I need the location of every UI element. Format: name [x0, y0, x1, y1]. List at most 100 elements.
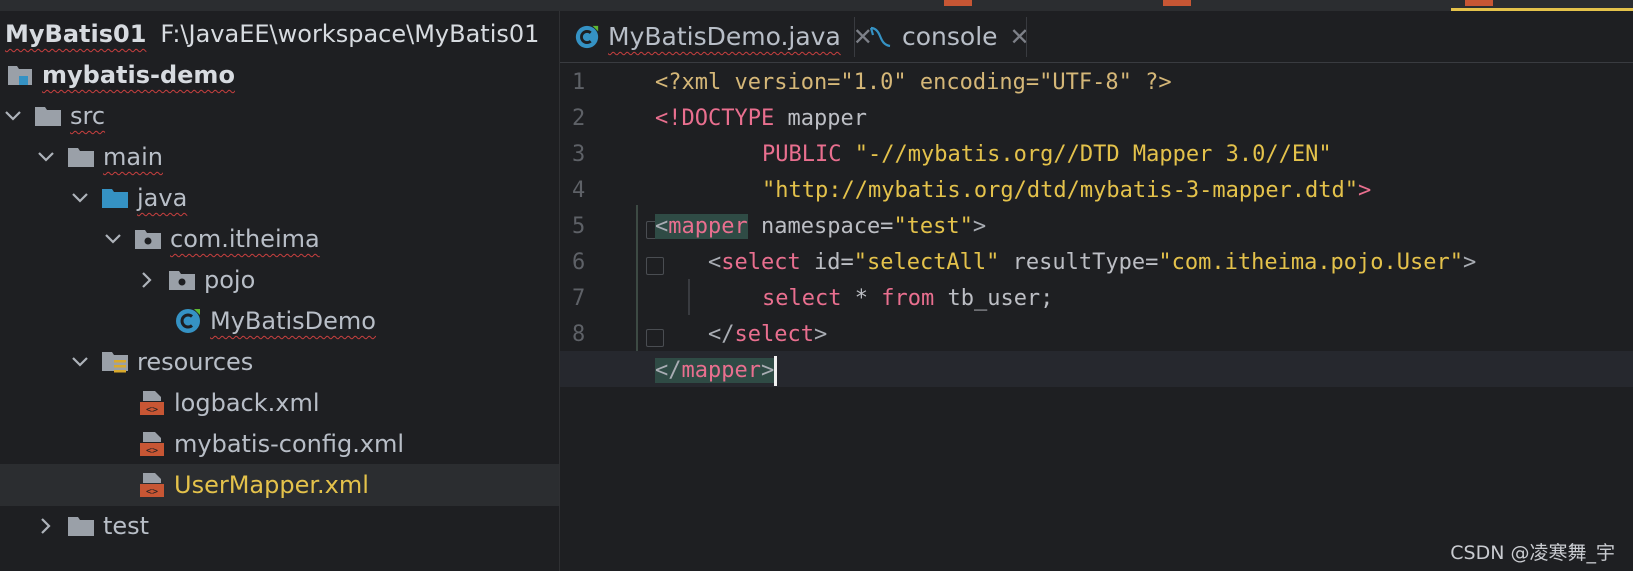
sql-text: tb_user;	[934, 286, 1054, 311]
chevron-down-icon[interactable]	[67, 349, 93, 375]
id-attr: id=	[800, 250, 854, 275]
module-row[interactable]: mybatis-demo	[0, 54, 559, 96]
sql-text: *	[841, 286, 882, 311]
chevron-down-icon[interactable]	[100, 226, 126, 252]
xml-tab-fragment[interactable]	[1465, 0, 1493, 6]
tab-label: console	[902, 22, 998, 51]
svg-text:<>: <>	[146, 487, 158, 498]
code-line-1: <?xml version="1.0" encoding="UTF-8" ?>	[655, 65, 1172, 101]
code-line-8: </select>	[708, 317, 827, 353]
svg-text:<>: <>	[146, 405, 158, 416]
code-editor[interactable]: <?xml version="1.0" encoding="UTF-8" ?> …	[560, 63, 1633, 571]
line-number: 4	[572, 178, 586, 203]
tree-item-main[interactable]: main	[0, 136, 559, 178]
editor-panel: MyBatisDemo.java ✕ console ✕ 1 2 3 4 5 6…	[560, 11, 1633, 571]
doctype-keyword: <!DOCTYPE	[655, 106, 775, 131]
indent-guide	[688, 279, 690, 315]
line-number: 6	[572, 250, 586, 275]
module-icon	[6, 61, 34, 89]
select-close-tag: select	[734, 322, 814, 347]
tree-item-logback[interactable]: <> logback.xml	[0, 382, 559, 424]
tree-item-label: MyBatisDemo	[210, 307, 376, 335]
java-class-icon	[174, 307, 202, 335]
tree-item-package[interactable]: com.itheima	[0, 218, 559, 260]
tree-item-label: com.itheima	[170, 225, 320, 253]
tree-item-test[interactable]: test	[0, 505, 559, 547]
select-tag: select	[721, 250, 801, 275]
folder-icon	[67, 143, 95, 171]
line-number: 2	[572, 106, 586, 131]
code-line-7: select * from tb_user;	[762, 281, 1053, 317]
java-class-icon	[574, 24, 600, 50]
mapper-tag: mapper	[668, 214, 748, 239]
namespace-attr: namespace=	[747, 214, 894, 239]
line-number: 3	[572, 142, 586, 167]
tag-bracket: >	[972, 214, 987, 239]
tree-item-label: src	[70, 102, 106, 130]
system-id-string: "http://mybatis.org/dtd/mybatis-3-mapper…	[762, 178, 1359, 203]
line-number: 1	[572, 70, 586, 95]
tab-mybatisdemo-java[interactable]: MyBatisDemo.java ✕	[574, 11, 873, 62]
code-line-5: <mapper namespace="test">	[655, 209, 986, 245]
tree-item-mybatisdemo[interactable]: MyBatisDemo	[0, 300, 559, 342]
folder-icon	[67, 512, 95, 540]
code-line-3: PUBLIC "-//mybatis.org//DTD Mapper 3.0//…	[762, 137, 1332, 173]
chevron-right-icon[interactable]	[134, 267, 160, 293]
tree-item-java[interactable]: java	[0, 177, 559, 219]
code-line-2: <!DOCTYPE mapper	[655, 101, 867, 137]
tree-item-label: test	[103, 512, 150, 540]
package-icon	[168, 266, 196, 294]
tab-label: MyBatisDemo.java	[608, 22, 841, 51]
line-number: 5	[572, 214, 586, 239]
tag-bracket: </	[708, 322, 735, 347]
line-number-gutter: 1 2 3 4 5 6 7 8 9	[560, 63, 664, 571]
chevron-right-icon[interactable]	[33, 513, 59, 539]
text-caret	[774, 356, 778, 386]
tree-item-label: pojo	[204, 266, 256, 294]
doctype-name: mapper	[774, 106, 867, 131]
package-icon	[134, 225, 162, 253]
tree-item-resources[interactable]: resources	[0, 341, 559, 383]
tree-item-pojo[interactable]: pojo	[0, 259, 559, 301]
project-root-name: MyBatis01	[5, 20, 147, 48]
tree-item-label: main	[103, 143, 163, 171]
tab-divider	[1026, 17, 1027, 57]
database-console-icon	[868, 24, 894, 50]
tag-bracket: <	[708, 250, 722, 275]
watermark-text: CSDN @凌寒舞_宇	[1450, 542, 1615, 564]
tag-bracket: <	[655, 214, 669, 239]
tag-bracket: >	[760, 358, 775, 383]
xml-tab-fragment[interactable]	[944, 0, 972, 6]
xml-file-icon: <>	[138, 389, 166, 417]
chevron-down-icon[interactable]	[33, 144, 59, 170]
tree-item-label: resources	[137, 348, 254, 376]
tree-item-label: mybatis-config.xml	[174, 430, 405, 458]
id-value: "selectAll"	[853, 250, 1000, 275]
mapper-close-tag: mapper	[681, 358, 761, 383]
line-number: 7	[572, 286, 586, 311]
sql-keyword: select	[762, 286, 842, 311]
tab-console[interactable]: console ✕	[868, 11, 1030, 62]
tree-item-src[interactable]: src	[0, 95, 559, 137]
project-panel: MyBatis01 F:\JavaEE\workspace\MyBatis01 …	[0, 11, 560, 571]
resulttype-attr: resultType=	[999, 250, 1159, 275]
xml-tab-fragment[interactable]	[1163, 0, 1191, 6]
resources-folder-icon	[101, 348, 129, 376]
doctype-close: >	[1358, 178, 1372, 203]
tag-bracket: >	[813, 322, 828, 347]
namespace-value: "test"	[893, 214, 973, 239]
tree-item-mybatis-config[interactable]: <> mybatis-config.xml	[0, 423, 559, 465]
chevron-down-icon[interactable]	[0, 103, 26, 129]
editor-tab-bar: MyBatisDemo.java ✕ console ✕	[560, 11, 1633, 63]
tree-item-label: java	[137, 184, 188, 212]
xml-declaration: <?xml version="1.0" encoding="UTF-8" ?>	[655, 70, 1172, 95]
chevron-down-icon[interactable]	[67, 185, 93, 211]
tree-item-label: logback.xml	[174, 389, 320, 417]
folder-icon	[34, 102, 62, 130]
xml-file-icon: <>	[138, 430, 166, 458]
top-tab-strip	[0, 0, 1633, 11]
public-keyword: PUBLIC	[762, 142, 842, 167]
project-root-row[interactable]: MyBatis01 F:\JavaEE\workspace\MyBatis01	[0, 13, 559, 55]
tree-item-usermapper[interactable]: <> UserMapper.xml	[0, 464, 559, 506]
sql-keyword: from	[881, 286, 935, 311]
